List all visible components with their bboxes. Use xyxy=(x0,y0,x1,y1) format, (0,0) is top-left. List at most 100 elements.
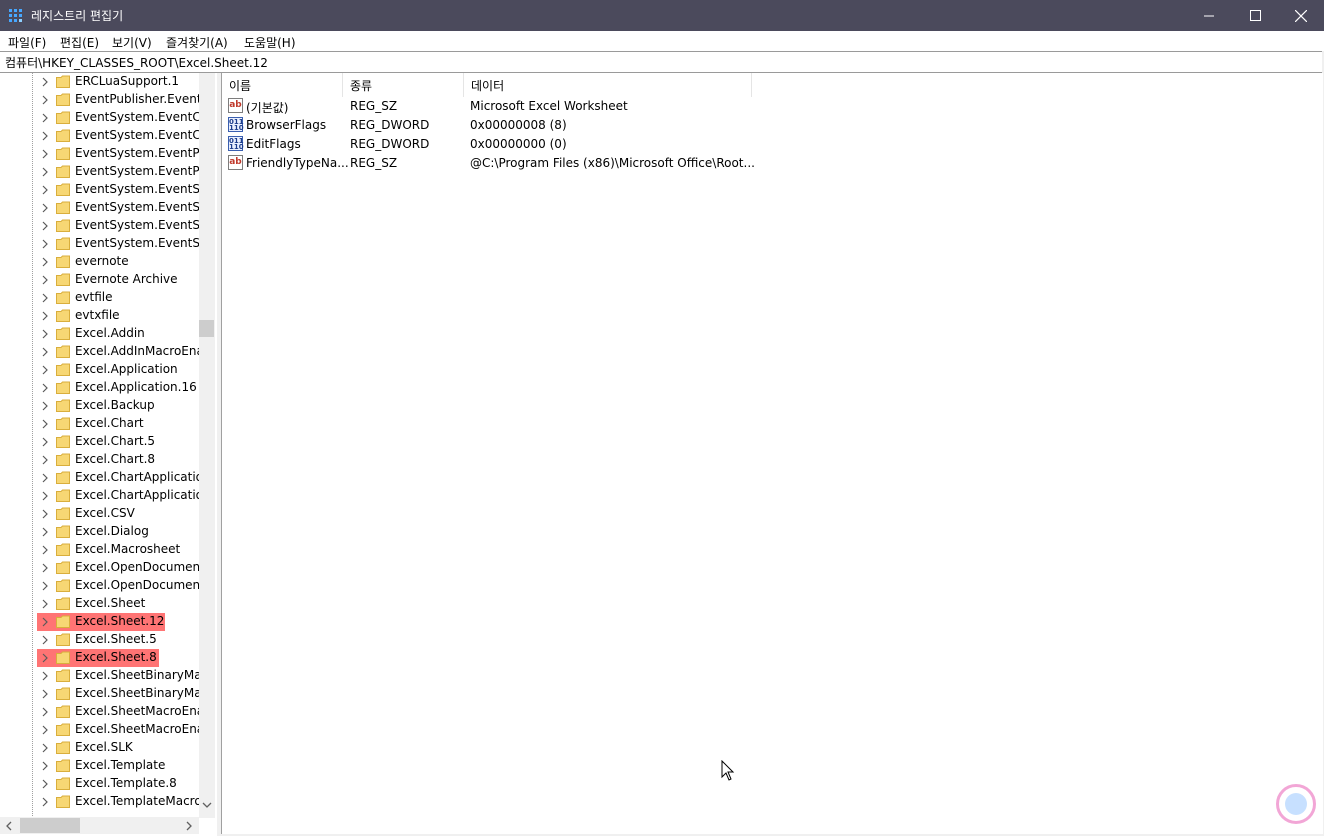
chevron-right-icon[interactable] xyxy=(41,383,50,393)
tree-item[interactable]: EventSystem.EventPubl xyxy=(0,145,200,163)
chevron-right-icon[interactable] xyxy=(41,743,50,753)
chevron-right-icon[interactable] xyxy=(41,635,50,645)
tree-item[interactable]: EventSystem.EventSubs xyxy=(0,199,200,217)
tree-item[interactable]: evtfile xyxy=(0,289,200,307)
tree-item[interactable]: EventSystem.EventSyste xyxy=(0,217,200,235)
chevron-right-icon[interactable] xyxy=(41,563,50,573)
tree-scroll-thumb[interactable] xyxy=(199,320,214,337)
tree-item[interactable]: Excel.Dialog xyxy=(0,523,200,541)
tree-item[interactable]: Excel.OpenDocumentS xyxy=(0,577,200,595)
chevron-right-icon[interactable] xyxy=(41,221,50,231)
tree-item[interactable]: Excel.Macrosheet xyxy=(0,541,200,559)
tree-item[interactable]: Excel.Application.16 xyxy=(0,379,200,397)
chevron-right-icon[interactable] xyxy=(41,617,50,627)
value-row[interactable]: 011 110 BrowserFlags REG_DWORD 0x00000008 (8… xyxy=(222,116,752,135)
value-row[interactable]: ab (기본값) REG_SZ Microsoft Excel Worksheet xyxy=(222,97,752,116)
tree-item[interactable]: evtxfile xyxy=(0,307,200,325)
chevron-right-icon[interactable] xyxy=(41,347,50,357)
column-name-header[interactable]: 이름 xyxy=(222,73,342,97)
chevron-right-icon[interactable] xyxy=(41,149,50,159)
chevron-right-icon[interactable] xyxy=(41,707,50,717)
tree-item[interactable]: Excel.TemplateMacroEr xyxy=(0,793,200,811)
chevron-right-icon[interactable] xyxy=(41,95,50,105)
chevron-right-icon[interactable] xyxy=(41,113,50,123)
tree-item[interactable]: Excel.ChartApplication xyxy=(0,469,200,487)
tree-item[interactable]: Excel.SheetBinaryMacro xyxy=(0,685,200,703)
tree-horizontal-scrollbar[interactable] xyxy=(0,817,199,834)
menu-help[interactable]: 도움말(H) xyxy=(244,34,296,51)
scroll-left-icon[interactable] xyxy=(4,818,14,834)
values-list[interactable]: 이름 종류 데이터 ab (기본값) REG_SZ Microsoft Excel W… xyxy=(221,73,1323,834)
minimize-button[interactable] xyxy=(1186,0,1232,31)
tree-vertical-scrollbar[interactable] xyxy=(199,73,215,818)
tree-item[interactable]: Excel.ChartApplication. xyxy=(0,487,200,505)
chevron-right-icon[interactable] xyxy=(41,455,50,465)
tree-item[interactable]: Excel.SheetBinaryMacro xyxy=(0,667,200,685)
chevron-right-icon[interactable] xyxy=(41,437,50,447)
chevron-right-icon[interactable] xyxy=(41,275,50,285)
chevron-right-icon[interactable] xyxy=(41,239,50,249)
chevron-right-icon[interactable] xyxy=(41,185,50,195)
tree-item[interactable]: Excel.Chart xyxy=(0,415,200,433)
tree-item[interactable]: evernote xyxy=(0,253,200,271)
chevron-right-icon[interactable] xyxy=(41,77,50,87)
registry-tree[interactable]: ERCLuaSupport.1 EventPublisher.EventPu Eve… xyxy=(0,73,217,836)
tree-item[interactable]: Excel.Chart.5 xyxy=(0,433,200,451)
scroll-down-icon[interactable] xyxy=(199,801,215,811)
chevron-right-icon[interactable] xyxy=(41,779,50,789)
tree-hscroll-thumb[interactable] xyxy=(20,818,80,833)
address-path[interactable]: 컴퓨터\HKEY_CLASSES_ROOT\Excel.Sheet.12 xyxy=(5,54,268,71)
chevron-right-icon[interactable] xyxy=(41,527,50,537)
tree-item[interactable]: EventSystem.EventClas xyxy=(0,109,200,127)
value-row[interactable]: ab FriendlyTypeNa... REG_SZ @C:\Program Fil… xyxy=(222,154,755,173)
tree-item[interactable]: Excel.Sheet xyxy=(0,595,200,613)
tree-item[interactable]: Excel.CSV xyxy=(0,505,200,523)
tree-item[interactable]: Excel.Application xyxy=(0,361,200,379)
tree-item[interactable]: EventSystem.EventClas xyxy=(0,127,200,145)
tree-item[interactable]: Evernote Archive xyxy=(0,271,200,289)
chevron-right-icon[interactable] xyxy=(41,653,50,663)
chevron-right-icon[interactable] xyxy=(41,419,50,429)
scroll-right-icon[interactable] xyxy=(184,818,194,834)
menu-file[interactable]: 파일(F) xyxy=(8,34,46,51)
chevron-right-icon[interactable] xyxy=(41,581,50,591)
menu-favorites[interactable]: 즐겨찾기(A) xyxy=(166,34,228,51)
tree-item[interactable]: Excel.Template.8 xyxy=(0,775,200,793)
chevron-right-icon[interactable] xyxy=(41,761,50,771)
tree-item[interactable]: Excel.Sheet.5 xyxy=(0,631,200,649)
address-bar[interactable]: 컴퓨터\HKEY_CLASSES_ROOT\Excel.Sheet.12 xyxy=(0,51,1322,73)
chevron-right-icon[interactable] xyxy=(41,491,50,501)
chevron-right-icon[interactable] xyxy=(41,203,50,213)
chevron-right-icon[interactable] xyxy=(41,473,50,483)
chevron-right-icon[interactable] xyxy=(41,365,50,375)
column-divider[interactable] xyxy=(751,73,752,97)
column-data-header[interactable]: 데이터 xyxy=(464,73,751,97)
chevron-right-icon[interactable] xyxy=(41,257,50,267)
chevron-right-icon[interactable] xyxy=(41,311,50,321)
tree-item[interactable]: Excel.Sheet.8 xyxy=(0,649,200,667)
tree-item[interactable]: Excel.AddInMacroEnab xyxy=(0,343,200,361)
value-row[interactable]: 011 110 EditFlags REG_DWORD 0x00000000 (0) xyxy=(222,135,752,154)
chevron-right-icon[interactable] xyxy=(41,293,50,303)
column-type-header[interactable]: 종류 xyxy=(343,73,463,97)
chevron-right-icon[interactable] xyxy=(41,401,50,411)
tree-item[interactable]: Excel.Addin xyxy=(0,325,200,343)
tree-item[interactable]: Excel.Backup xyxy=(0,397,200,415)
tree-item[interactable]: EventSystem.EventSubs xyxy=(0,181,200,199)
chevron-right-icon[interactable] xyxy=(41,329,50,339)
tree-item[interactable]: Excel.OpenDocumentS xyxy=(0,559,200,577)
tree-item[interactable]: EventSystem.EventSyste xyxy=(0,235,200,253)
maximize-button[interactable] xyxy=(1232,0,1278,31)
chevron-right-icon[interactable] xyxy=(41,167,50,177)
menu-edit[interactable]: 편집(E) xyxy=(60,34,99,51)
tree-item[interactable]: Excel.SLK xyxy=(0,739,200,757)
tree-item[interactable]: EventSystem.EventPubl xyxy=(0,163,200,181)
chevron-right-icon[interactable] xyxy=(41,545,50,555)
tree-item[interactable]: Excel.Sheet.12 xyxy=(0,613,200,631)
chevron-right-icon[interactable] xyxy=(41,131,50,141)
tree-item[interactable]: EventPublisher.EventPu xyxy=(0,91,200,109)
tree-item[interactable]: Excel.SheetMacroEnabl xyxy=(0,703,200,721)
chevron-right-icon[interactable] xyxy=(41,797,50,807)
chevron-right-icon[interactable] xyxy=(41,509,50,519)
chevron-right-icon[interactable] xyxy=(41,671,50,681)
